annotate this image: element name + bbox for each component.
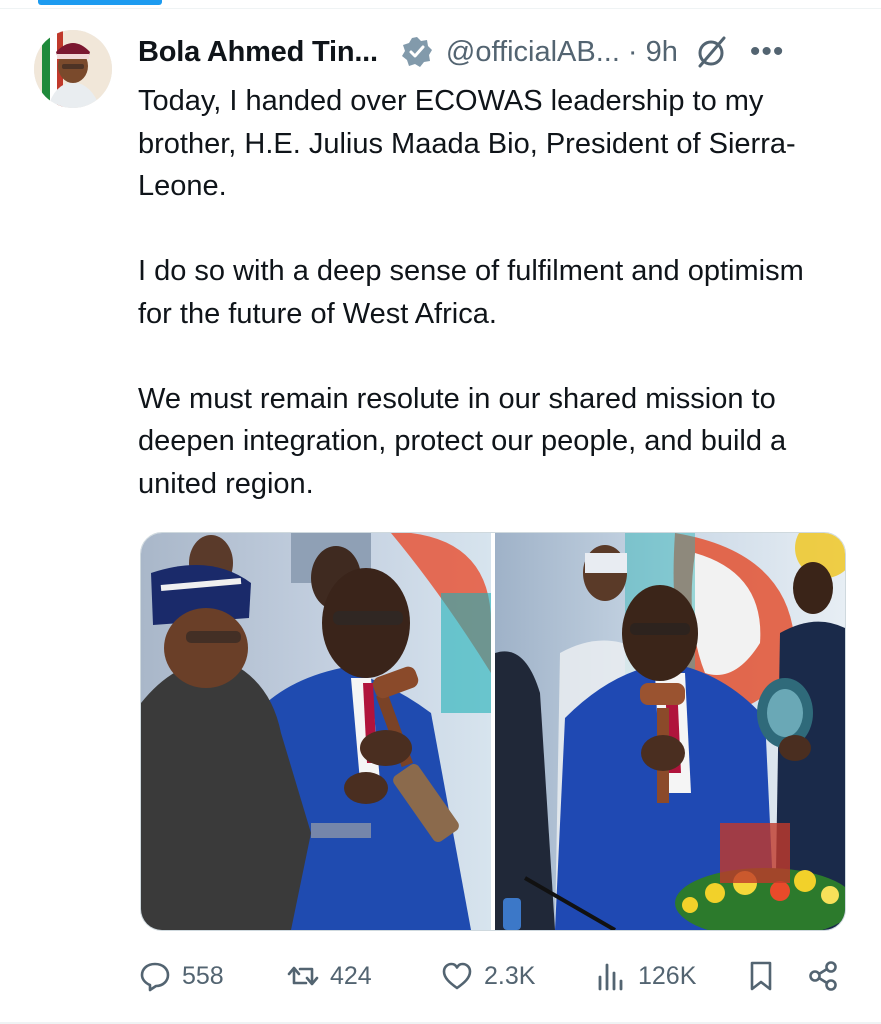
reply-button[interactable]: 558 [138,950,224,1002]
author-name[interactable]: Bola Ahmed Tin... [138,36,378,69]
repost-button[interactable]: 424 [286,950,372,1002]
media-grid [140,532,846,931]
more-options-icon[interactable]: ••• [750,37,785,67]
grok-icon[interactable] [694,34,730,70]
photo-image [141,533,491,930]
avatar[interactable] [34,30,112,108]
views-button[interactable]: 126K [594,950,696,1002]
bookmark-button[interactable] [744,950,778,1002]
like-button[interactable]: 2.3K [440,950,535,1002]
active-tab-indicator [38,0,162,5]
photo-image [495,533,845,930]
analytics-icon [598,963,623,991]
tweet-text: Today, I handed over ECOWAS leadership t… [138,80,838,505]
media-photo-right[interactable] [495,533,845,930]
heart-icon [442,962,472,990]
share-icon [809,961,837,991]
reply-icon [140,962,170,992]
repost-count: 424 [330,961,372,990]
tweet-paragraph: We must remain resolute in our shared mi… [138,382,787,500]
reply-count: 558 [182,961,224,990]
verified-badge-icon [400,35,434,69]
views-count: 126K [638,961,697,990]
separator-dot: · [627,35,638,68]
repost-icon [287,966,319,986]
tweet-actions: 558 424 2.3K 126K [138,950,850,1002]
tweet-header: Bola Ahmed Tin... @officialAB... · 9h ••… [138,30,784,74]
author-handle[interactable]: @officialAB... [446,36,620,69]
avatar-portrait [34,30,112,108]
timestamp[interactable]: 9h [646,36,678,69]
media-photo-left[interactable] [141,533,491,930]
bookmark-icon [750,961,772,991]
divider [0,8,881,9]
share-button[interactable] [806,950,840,1002]
tweet-paragraph: I do so with a deep sense of fulfilment … [138,255,804,330]
like-count: 2.3K [484,961,536,990]
tweet-paragraph: Today, I handed over ECOWAS leadership t… [138,85,796,202]
